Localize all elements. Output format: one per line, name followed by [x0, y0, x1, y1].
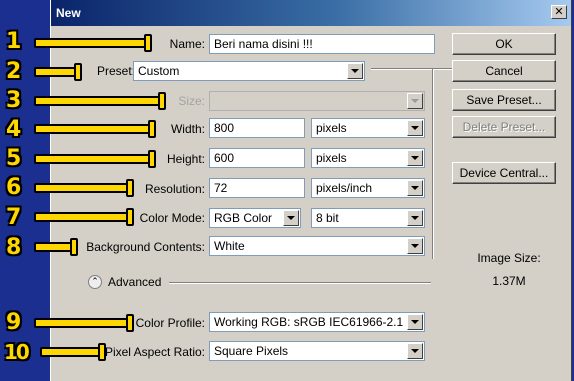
- background-contents-label: Background Contents:: [86, 240, 205, 254]
- annotation-pointer-end: [148, 150, 156, 168]
- color-mode-value: RGB Color: [214, 211, 273, 225]
- height-unit-select[interactable]: pixels: [311, 148, 425, 168]
- annotation-pointer-end: [126, 208, 134, 226]
- annotation-number: 9: [6, 310, 22, 335]
- image-size-value: 1.37M: [492, 274, 526, 288]
- height-unit-value: pixels: [316, 151, 347, 165]
- chevron-down-icon[interactable]: [407, 314, 423, 330]
- preset-label: Preset:: [96, 64, 135, 78]
- annotation-number: 8: [6, 235, 22, 260]
- chevron-down-icon[interactable]: [407, 150, 423, 166]
- pixel-aspect-value: Square Pixels: [214, 344, 289, 358]
- annotation-pointer-end: [126, 179, 134, 197]
- advanced-divider: [169, 282, 431, 284]
- advanced-label[interactable]: Advanced: [108, 275, 161, 289]
- annotation-pointer: [34, 67, 78, 77]
- chevron-down-icon[interactable]: [407, 210, 423, 226]
- preset-select[interactable]: Custom: [133, 61, 365, 81]
- annotation-pointer: [40, 347, 102, 357]
- annotation-pointer: [34, 183, 130, 193]
- chevron-down-icon[interactable]: [407, 93, 423, 109]
- preset-value: Custom: [138, 64, 180, 78]
- device-central-button[interactable]: Device Central...: [452, 162, 556, 184]
- background-contents-select[interactable]: White: [209, 236, 425, 256]
- annotation-pointer: [34, 154, 152, 164]
- annotation-number: 7: [6, 205, 22, 230]
- screenshot: New ✕ Name: Beri nama disini !!! Preset:…: [0, 0, 574, 381]
- annotation-pointer-end: [144, 34, 152, 52]
- color-profile-value: Working RGB: sRGB IEC61966-2.1: [214, 315, 404, 329]
- annotation-pointer: [34, 212, 130, 222]
- chevron-down-icon[interactable]: [407, 343, 423, 359]
- resolution-unit-value: pixels/inch: [316, 181, 373, 195]
- annotation-pointer: [34, 96, 162, 106]
- advanced-toggle-icon[interactable]: ⌃: [88, 275, 102, 289]
- resolution-input[interactable]: 72: [209, 178, 305, 198]
- width-unit-value: pixels: [316, 121, 347, 135]
- preset-group-edge: [432, 69, 434, 259]
- image-size-label: Image Size:: [477, 251, 541, 265]
- dialog-title: New: [56, 6, 81, 20]
- pixel-aspect-label: Pixel Aspect Ratio:: [104, 345, 205, 359]
- annotation-number: 1: [6, 29, 22, 54]
- annotation-pointer-end: [70, 238, 78, 256]
- cancel-button[interactable]: Cancel: [452, 60, 556, 82]
- delete-preset-button[interactable]: Delete Preset...: [452, 116, 556, 138]
- chevron-down-icon[interactable]: [283, 210, 299, 226]
- annotation-pointer-end: [158, 92, 166, 110]
- annotation-pointer: [34, 318, 130, 328]
- chevron-down-icon[interactable]: [407, 180, 423, 196]
- annotation-number: 4: [6, 117, 22, 142]
- name-input[interactable]: Beri nama disini !!!: [209, 34, 435, 54]
- title-bar[interactable]: New ✕: [51, 0, 571, 27]
- annotation-number: 10: [4, 340, 30, 364]
- ok-button[interactable]: OK: [452, 33, 556, 55]
- chevron-down-icon[interactable]: [407, 238, 423, 254]
- close-icon: ✕: [554, 5, 564, 18]
- annotation-pointer-end: [74, 63, 82, 81]
- bit-depth-value: 8 bit: [316, 211, 339, 225]
- resolution-unit-select[interactable]: pixels/inch: [311, 178, 425, 198]
- size-select[interactable]: [209, 91, 425, 111]
- background-contents-value: White: [214, 239, 245, 253]
- annotation-number: 2: [6, 59, 22, 84]
- annotation-number: 5: [6, 146, 22, 171]
- annotation-pointer: [34, 124, 152, 134]
- annotation-pointer-end: [126, 314, 134, 332]
- annotation-pointer: [34, 38, 148, 48]
- close-button[interactable]: ✕: [551, 5, 567, 19]
- chevron-down-icon[interactable]: [347, 63, 363, 79]
- save-preset-button[interactable]: Save Preset...: [452, 89, 556, 111]
- height-input[interactable]: 600: [209, 148, 305, 168]
- color-mode-select[interactable]: RGB Color: [209, 208, 301, 228]
- pixel-aspect-select[interactable]: Square Pixels: [209, 341, 425, 361]
- chevron-down-icon[interactable]: [407, 120, 423, 136]
- annotation-pointer-end: [98, 343, 106, 361]
- annotation-number: 6: [6, 175, 22, 200]
- color-profile-select[interactable]: Working RGB: sRGB IEC61966-2.1: [209, 312, 425, 332]
- annotation-number: 3: [6, 88, 22, 113]
- annotation-pointer-end: [148, 120, 156, 138]
- width-unit-select[interactable]: pixels: [311, 118, 425, 138]
- width-input[interactable]: 800: [209, 118, 305, 138]
- bit-depth-select[interactable]: 8 bit: [311, 208, 425, 228]
